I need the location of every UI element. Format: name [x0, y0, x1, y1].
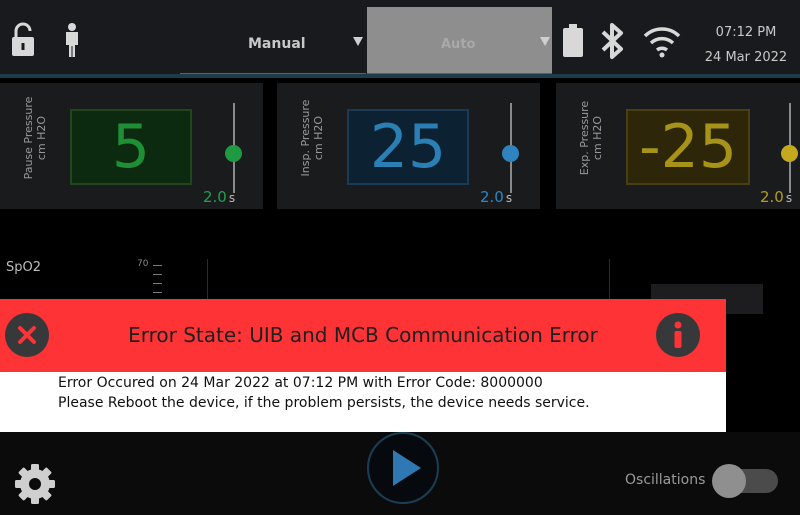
- panel-unit: cm H2O: [35, 115, 48, 161]
- panel-label: Insp. Pressure cm H2O: [299, 88, 325, 188]
- scale-ticks: [153, 265, 162, 301]
- mode-manual-label: Manual: [248, 36, 306, 52]
- pause-pressure-panel[interactable]: Pause Pressure cm H2O 5 2.0 s: [0, 83, 263, 209]
- spo2-label: SpO2: [6, 260, 42, 275]
- graph-divider: [609, 259, 610, 304]
- panel-unit: cm H2O: [312, 115, 325, 161]
- time-unit: s: [785, 191, 793, 205]
- top-bar: Manual Auto 07:12 PM 24 Mar 2022: [0, 0, 800, 78]
- clock-time: 07:12 PM: [715, 25, 777, 40]
- exp-pressure-panel[interactable]: Exp. Pressure cm H2O -25 2.0 s: [556, 83, 800, 209]
- error-title: Error State: UIB and MCB Communication E…: [128, 323, 598, 347]
- info-button[interactable]: [656, 313, 700, 357]
- slider-knob[interactable]: [225, 145, 242, 162]
- panel-unit: cm H2O: [591, 115, 604, 161]
- error-message-line1: Error Occured on 24 Mar 2022 at 07:12 PM…: [58, 375, 543, 391]
- mode-tab-auto[interactable]: Auto: [367, 7, 552, 77]
- clock: 07:12 PM 24 Mar 2022: [700, 20, 792, 70]
- graph-divider: [207, 259, 208, 304]
- mode-auto-label: Auto: [441, 37, 476, 52]
- error-message-line2: Please Reboot the device, if the problem…: [58, 395, 590, 411]
- pause-pressure-value[interactable]: 5: [70, 109, 192, 185]
- time-unit: s: [228, 191, 236, 205]
- chevron-down-icon: [540, 37, 550, 46]
- panel-title: Pause Pressure: [22, 96, 35, 180]
- play-icon: [393, 450, 421, 486]
- panel-time: 2.0 s: [760, 188, 792, 206]
- panel-time: 2.0 s: [203, 188, 235, 206]
- person-icon[interactable]: [60, 22, 84, 62]
- time-value: 2.0: [760, 188, 784, 206]
- panel-title: Insp. Pressure: [299, 99, 312, 177]
- bluetooth-icon: [600, 22, 626, 64]
- mode-tab-manual[interactable]: Manual: [180, 7, 366, 77]
- clock-date: 24 Mar 2022: [704, 50, 788, 65]
- error-body: Error Occured on 24 Mar 2022 at 07:12 PM…: [0, 372, 726, 432]
- panel-time: 2.0 s: [480, 188, 512, 206]
- battery-icon: [562, 24, 584, 62]
- oscillations-toggle[interactable]: [712, 464, 778, 498]
- time-value: 2.0: [203, 188, 227, 206]
- scale-top-label: 70: [137, 259, 149, 269]
- gear-icon[interactable]: [14, 463, 56, 509]
- insp-pressure-value[interactable]: 25: [347, 109, 469, 185]
- oscillations-label: Oscillations: [625, 472, 706, 488]
- insp-pressure-panel[interactable]: Insp. Pressure cm H2O 25 2.0 s: [277, 83, 540, 209]
- top-bar-accent-line: [0, 74, 800, 78]
- panel-title: Exp. Pressure: [578, 100, 591, 176]
- info-icon: [674, 321, 682, 348]
- chevron-down-icon: [353, 37, 363, 46]
- slider-knob[interactable]: [781, 145, 798, 162]
- panel-label: Exp. Pressure cm H2O: [578, 88, 604, 188]
- exp-pressure-value[interactable]: -25: [626, 109, 750, 185]
- toggle-thumb: [712, 464, 746, 498]
- slider-knob[interactable]: [502, 145, 519, 162]
- lock-open-icon[interactable]: [10, 22, 36, 62]
- play-button[interactable]: [367, 432, 439, 504]
- error-header: Error State: UIB and MCB Communication E…: [0, 299, 726, 372]
- time-unit: s: [505, 191, 513, 205]
- time-value: 2.0: [480, 188, 504, 206]
- panel-label: Pause Pressure cm H2O: [22, 88, 48, 188]
- wifi-icon: [642, 24, 682, 62]
- bottom-bar: Oscillations: [0, 432, 800, 515]
